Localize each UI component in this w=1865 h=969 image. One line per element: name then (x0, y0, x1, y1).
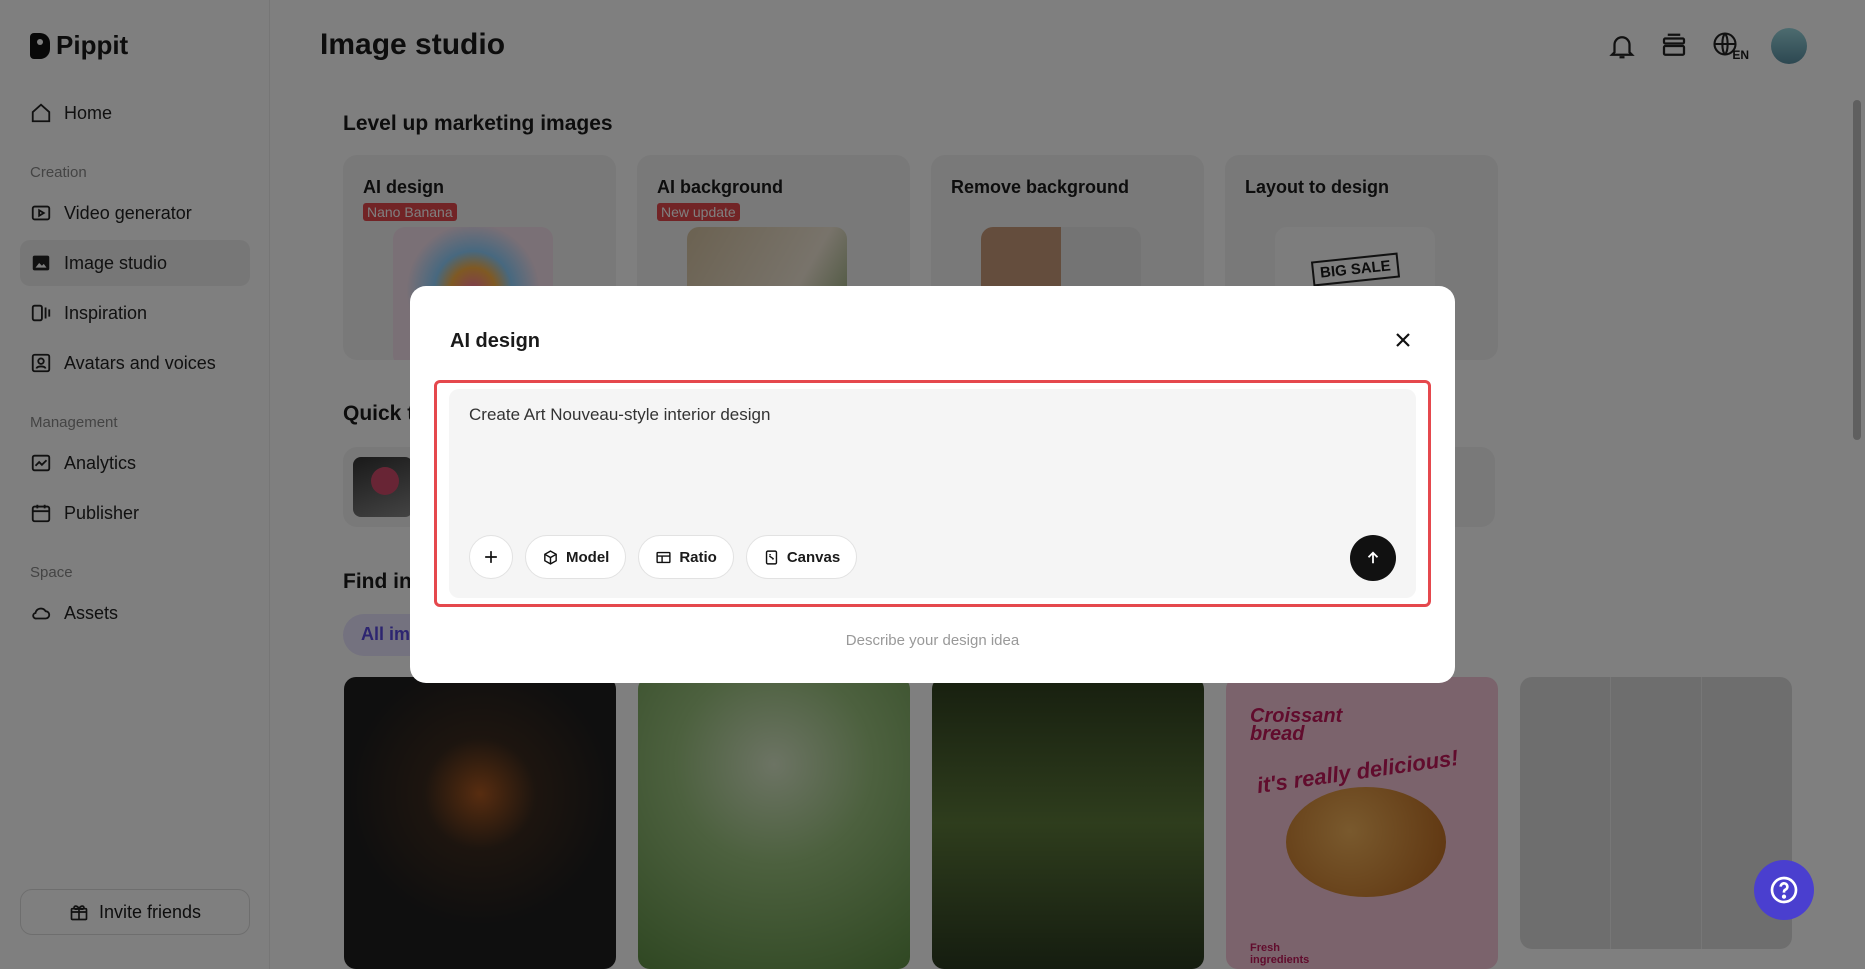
canvas-icon (765, 549, 778, 565)
prompt-hint: Describe your design idea (845, 632, 1020, 649)
prompt-toolbar: Model Ratio Canvas (469, 535, 858, 579)
prompt-highlight: Create Art Nouveau-style interior design… (434, 380, 1431, 607)
ratio-label: Ratio (679, 548, 717, 566)
prompt-input-area[interactable]: Create Art Nouveau-style interior design… (449, 389, 1416, 598)
close-button[interactable] (1391, 328, 1415, 352)
arrow-up-icon (1367, 551, 1379, 564)
modal-title: AI design (450, 330, 541, 352)
add-button[interactable] (469, 535, 513, 579)
page-scrollbar[interactable] (1853, 100, 1861, 440)
prompt-input[interactable]: Create Art Nouveau-style interior design (469, 405, 770, 425)
canvas-button[interactable]: Canvas (745, 535, 858, 579)
ratio-button[interactable]: Ratio (638, 535, 734, 579)
close-icon (1396, 333, 1410, 347)
ai-design-modal: AI design Create Art Nouveau-style inter… (410, 286, 1455, 683)
question-icon (1770, 876, 1798, 904)
model-label: Model (566, 548, 610, 566)
canvas-label: Canvas (786, 548, 841, 566)
plus-icon (485, 551, 497, 563)
send-button[interactable] (1350, 535, 1396, 581)
cube-icon (544, 549, 557, 565)
ratio-icon (656, 551, 671, 563)
help-button[interactable] (1754, 860, 1814, 920)
model-button[interactable]: Model (525, 535, 627, 579)
